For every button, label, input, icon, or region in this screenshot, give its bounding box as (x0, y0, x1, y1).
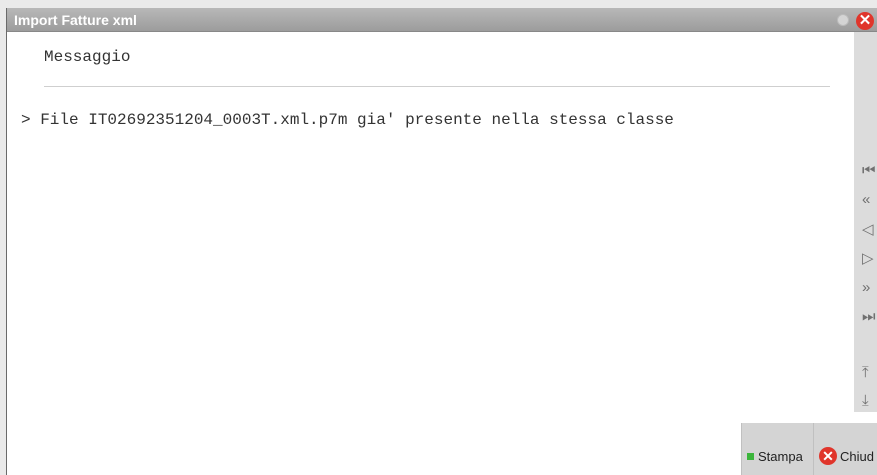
message-heading: Messaggio (44, 48, 131, 66)
scroll-top-icon[interactable]: ⤒ (862, 364, 869, 382)
green-square-icon (747, 453, 754, 460)
first-record-icon[interactable]: ⏮ (862, 162, 876, 180)
message-line: > File IT02692351204_0003T.xml.p7m gia' … (21, 111, 674, 129)
chiudi-button[interactable]: ✕ Chiud (813, 423, 877, 475)
title-bar[interactable]: Import Fatture xml ✕ (7, 8, 877, 32)
close-icon: ✕ (819, 447, 837, 465)
scroll-bottom-icon[interactable]: ⤓ (862, 392, 869, 410)
prev-page-icon[interactable]: « (862, 191, 870, 209)
chiudi-label: Chiud (840, 449, 874, 464)
next-page-icon[interactable]: » (862, 279, 870, 297)
stampa-label: Stampa (758, 449, 803, 464)
close-icon[interactable]: ✕ (856, 12, 874, 30)
import-fatture-window: Import Fatture xml ✕ Messaggio > File IT… (6, 8, 877, 475)
stampa-button[interactable]: Stampa (741, 423, 813, 475)
circle-icon[interactable] (837, 14, 849, 26)
last-record-icon[interactable]: ⏭ (862, 308, 876, 326)
divider (44, 86, 830, 87)
prev-record-icon[interactable]: ◁ (862, 221, 874, 239)
next-record-icon[interactable]: ▷ (862, 250, 874, 268)
window-title: Import Fatture xml (14, 12, 137, 28)
